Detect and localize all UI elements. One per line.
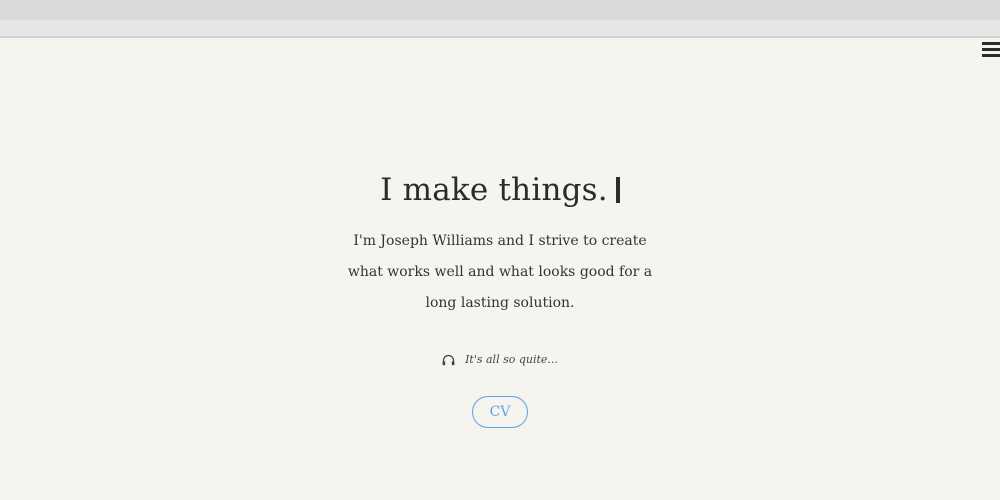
hero-section: I make things. I'm Joseph Williams and I… (0, 160, 1000, 428)
menu-line (982, 48, 1000, 51)
cv-button[interactable]: CV (472, 396, 528, 428)
hamburger-menu-icon[interactable] (982, 42, 1000, 59)
headline-text: I make things. (380, 172, 608, 208)
headphones-icon (442, 354, 455, 365)
music-status: It's all so quite... (0, 353, 1000, 366)
browser-top-bar (0, 0, 1000, 20)
browser-toolbar (0, 20, 1000, 38)
music-status-text: It's all so quite... (465, 353, 558, 366)
typing-cursor (615, 177, 620, 203)
menu-line (982, 54, 1000, 57)
menu-line (982, 42, 1000, 45)
page-headline: I make things. (0, 160, 1000, 220)
intro-text: I'm Joseph Williams and I strive to crea… (347, 233, 653, 311)
